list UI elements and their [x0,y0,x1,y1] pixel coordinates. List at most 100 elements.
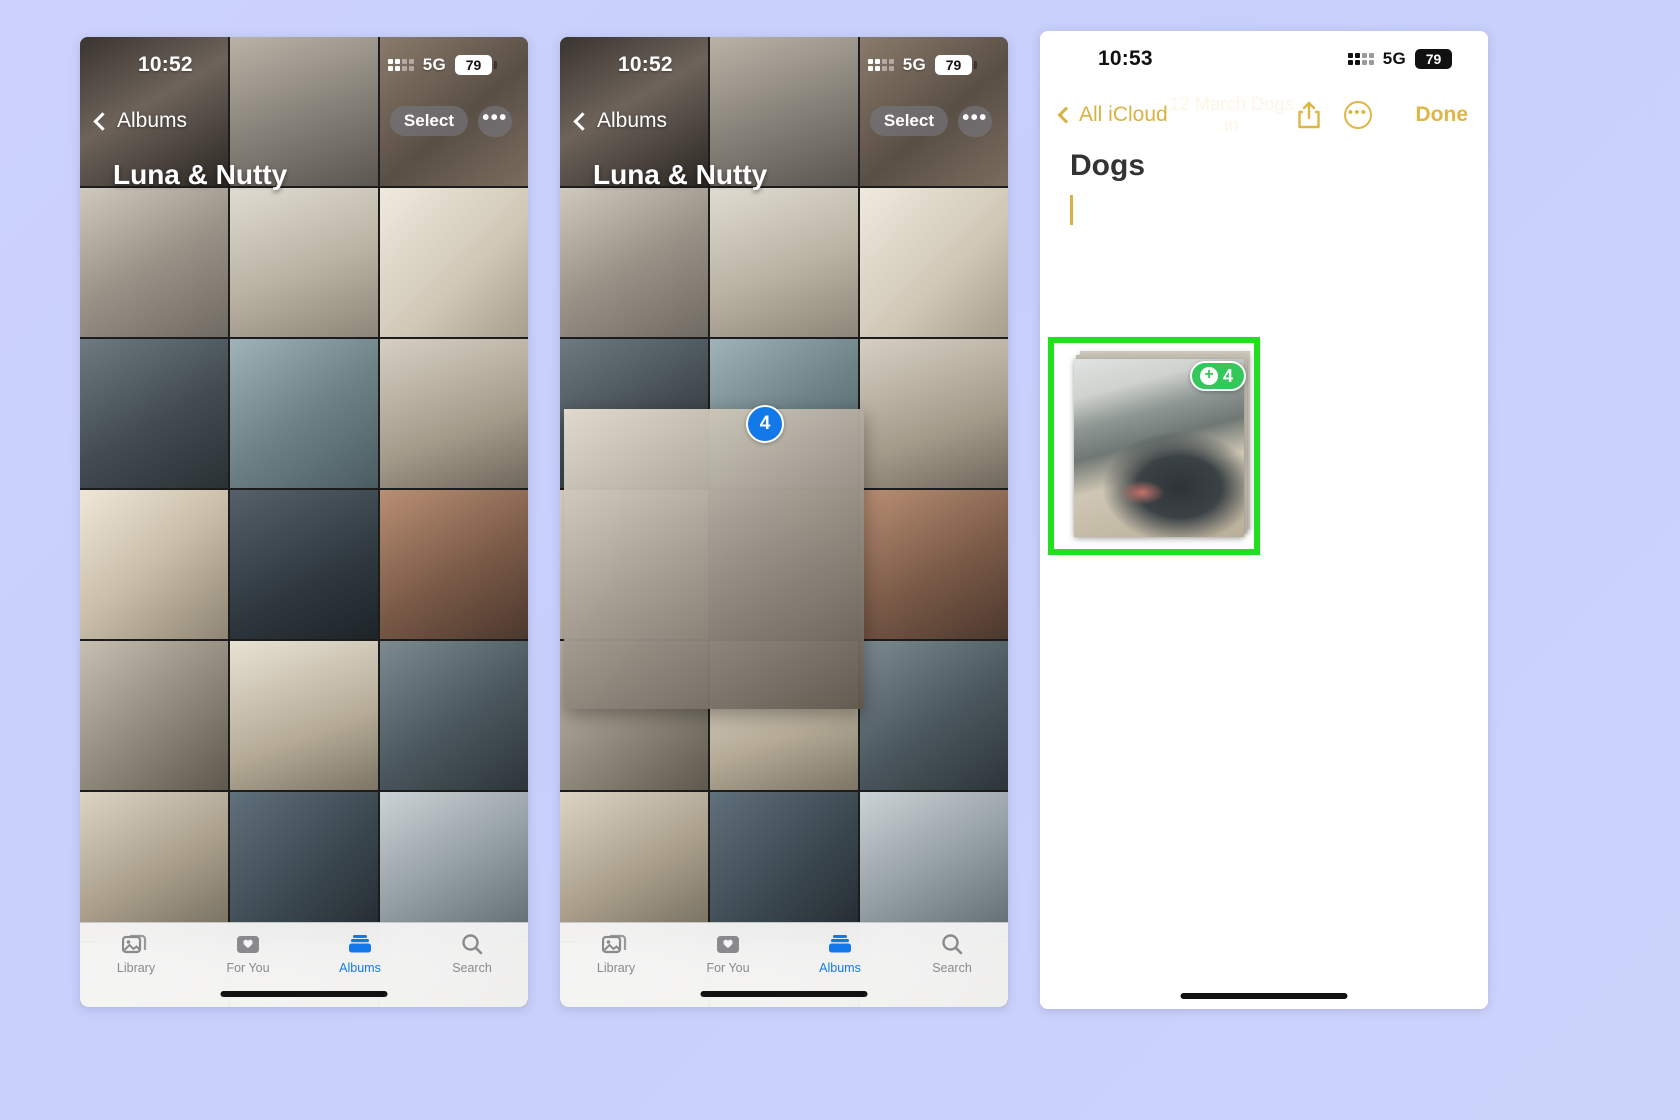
tab-library[interactable]: Library [560,932,672,975]
photo-thumbnail[interactable] [710,188,858,337]
home-indicator[interactable] [1180,993,1348,999]
tab-for-you[interactable]: For You [672,932,784,975]
back-to-all-icloud-button[interactable]: All iCloud [1057,103,1168,127]
back-to-albums-button[interactable]: Albums [93,109,188,133]
chevron-left-icon [573,111,592,131]
tab-albums[interactable]: Albums [784,932,896,975]
back-button-label: Albums [117,109,188,132]
ellipsis-icon[interactable]: ••• [958,105,992,137]
tab-search[interactable]: Search [896,932,1008,975]
chevron-left-icon [93,111,112,131]
photo-thumbnail[interactable] [230,339,378,488]
album-title-1: Luna & Nutty [113,159,288,190]
status-indicators: 5G 79 [387,55,497,75]
photo-thumbnail[interactable] [560,188,708,337]
cellular-signal-icon [867,59,894,71]
photo-thumbnail[interactable] [80,792,228,941]
library-icon [601,932,630,956]
tab-search[interactable]: Search [416,932,528,975]
library-icon [121,932,150,956]
ellipsis-icon[interactable]: ••• [478,105,512,137]
photo-thumbnail[interactable] [380,792,528,941]
chevron-left-icon [1057,106,1075,124]
photo-thumbnail[interactable] [80,490,228,639]
more-circle-icon[interactable]: ••• [1343,101,1372,129]
drag-count-badge: 4 [746,405,784,443]
tab-label: Search [452,961,492,975]
albums-icon [826,932,854,956]
photo-thumbnail[interactable] [230,188,378,337]
photo-thumbnail[interactable] [860,188,1008,337]
screenshot-stage: 10:52 5G 79 Albums Select ••• Luna & Nut… [0,0,1680,1120]
status-indicators: 5G 79 [1347,49,1457,69]
back-to-albums-button[interactable]: Albums [573,109,668,133]
tab-label: For You [226,961,270,975]
network-type-label: 5G [902,55,926,74]
photo-thumbnail[interactable] [230,490,378,639]
nav-actions-1: Select ••• [389,105,512,137]
photo-thumbnail[interactable] [860,792,1008,941]
cellular-signal-icon [387,59,414,71]
tab-label: Albums [339,961,381,975]
battery-indicator: 79 [455,55,497,75]
battery-indicator: 79 [1415,49,1457,69]
status-time: 10:52 [618,53,673,76]
tab-label: Library [596,961,636,975]
select-button[interactable]: Select [389,106,468,136]
photo-thumbnail[interactable] [380,641,528,790]
done-button[interactable]: Done [1416,103,1469,127]
home-indicator[interactable] [220,991,388,997]
network-type-label: 5G [1382,49,1406,68]
photo-thumbnail[interactable] [80,339,228,488]
battery-indicator: 79 [935,55,977,75]
photo-thumbnail[interactable] [560,792,708,941]
dragged-photo-stack[interactable] [564,409,864,709]
notes-app-screen: 10:53 5G 79 All iCloud 12 March Dogs in [1040,31,1488,1009]
note-title[interactable]: Dogs [1070,149,1145,183]
attachment-count: 4 [1222,365,1233,386]
photo-thumbnail[interactable] [860,339,1008,488]
for-you-icon [714,932,742,956]
photo-thumbnail[interactable] [380,490,528,639]
photo-thumbnail[interactable] [380,339,528,488]
for-you-icon [234,932,262,956]
plus-icon: + [1199,367,1218,385]
tab-albums[interactable]: Albums [304,932,416,975]
notes-nav-actions: ••• Done [1296,100,1469,130]
share-icon[interactable] [1296,100,1322,130]
status-time: 10:53 [1098,47,1153,70]
photo-thumbnail[interactable] [230,641,378,790]
nav-actions-2: Select ••• [869,105,992,137]
photo-thumbnail[interactable] [80,641,228,790]
home-indicator[interactable] [700,991,868,997]
back-button-label: All iCloud [1079,103,1168,126]
tab-for-you[interactable]: For You [192,932,304,975]
cellular-signal-icon [1347,53,1374,65]
select-button[interactable]: Select [869,106,948,136]
back-button-label: Albums [597,109,668,132]
tab-label: Library [116,961,156,975]
tab-label: For You [706,961,750,975]
status-time: 10:52 [138,53,193,76]
photo-thumbnail[interactable] [380,188,528,337]
photo-thumbnail[interactable] [860,490,1008,639]
phone-screenshot-1: 10:52 5G 79 Albums Select ••• Luna & Nut… [80,37,528,1007]
status-bar-1: 10:52 5G 79 [80,37,528,93]
photo-thumbnail[interactable] [860,641,1008,790]
phone-screenshot-3: 10:53 5G 79 All iCloud 12 March Dogs in [1040,31,1488,1009]
photo-thumbnail[interactable] [80,188,228,337]
tab-label: Albums [819,961,861,975]
tab-label: Search [932,961,972,975]
phone-screenshot-2: 4 10:52 5G 79 Albums Select ••• Luna & N… [560,37,1008,1007]
nav-subtitle-faded: 12 March Dogs in [1169,94,1294,135]
photo-thumbnail[interactable] [710,792,858,941]
album-title-2: Luna & Nutty [593,159,768,190]
network-type-label: 5G [422,55,446,74]
attachment-drop-target[interactable]: + 4 [1048,337,1260,555]
text-cursor [1070,195,1073,225]
status-bar-2: 10:52 5G 79 [560,37,1008,93]
photo-thumbnail[interactable] [230,792,378,941]
photos-nav-bar-2: Albums Select ••• [560,93,1008,149]
tab-library[interactable]: Library [80,932,192,975]
photos-nav-bar-1: Albums Select ••• [80,93,528,149]
